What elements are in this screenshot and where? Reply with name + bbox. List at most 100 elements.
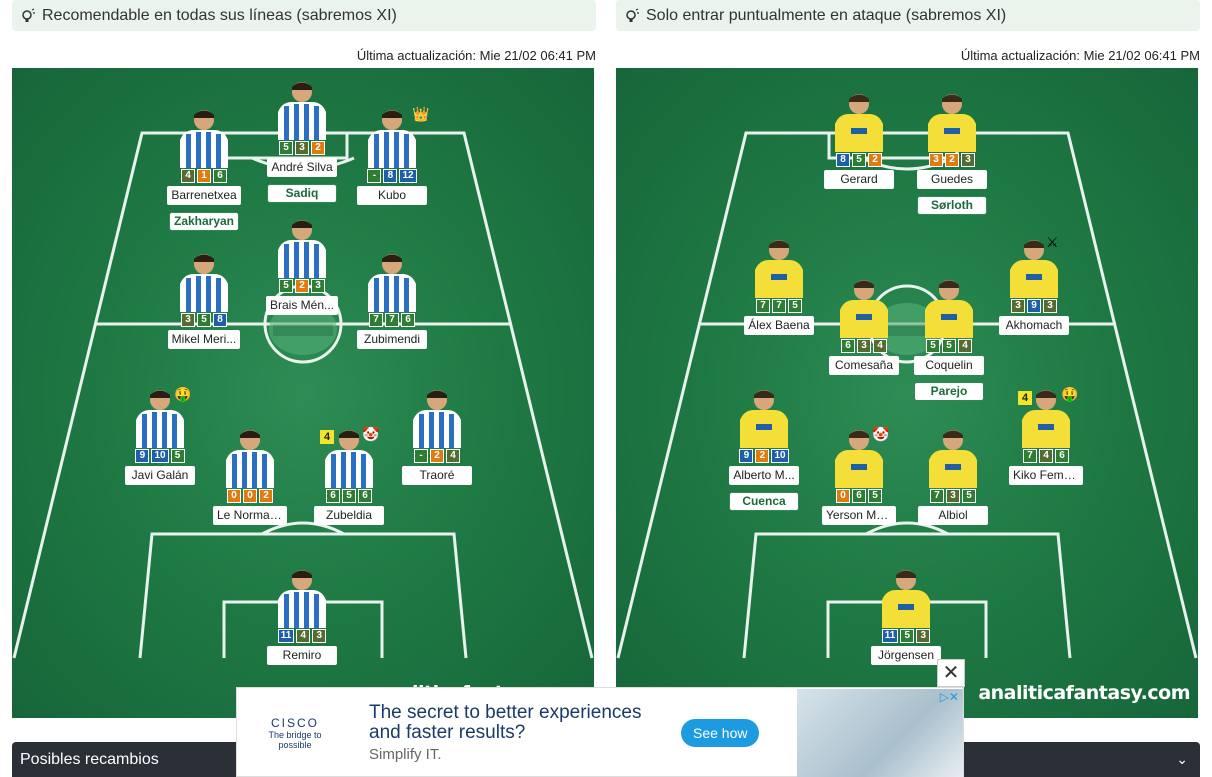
ad-headline: The secret to better experiences and fas… (369, 702, 642, 743)
player-photo (736, 386, 792, 448)
player-photo (176, 250, 232, 312)
player-stats: 002 (205, 489, 295, 503)
lightbulb-icon (22, 7, 35, 22)
player-card[interactable]: 11 4 3 Remiro (257, 566, 347, 670)
alternative-player[interactable]: Parejo (914, 382, 984, 401)
ad-subline: Simplify IT. (369, 746, 442, 763)
stat-badge: 6 (401, 313, 415, 327)
stat-badge: 5 (962, 489, 976, 503)
player-stats: 656 (304, 489, 394, 503)
player-name: Traoré (402, 466, 472, 485)
stat-badge: 8 (383, 169, 398, 183)
player-photo (921, 276, 977, 338)
player-card[interactable]: 5 5 4 Coquelin Parejo (904, 276, 994, 401)
close-ad-button[interactable]: ✕ (937, 659, 965, 687)
player-name: Comesaña (829, 356, 899, 375)
stat-badge: 7 (385, 313, 399, 327)
player-card[interactable]: -2 4 Traoré (392, 386, 482, 490)
recommendation-header: Recomendable en todas sus líneas (sabrem… (12, 0, 596, 31)
stat-badge: 4 (873, 339, 887, 353)
player-name: Guedes (917, 170, 987, 189)
alternative-player[interactable]: Sørloth (917, 196, 987, 215)
player-stats: 554 (904, 339, 994, 353)
stat-badge: 5 (926, 339, 940, 353)
player-card[interactable]: 0 0 2 Le Normand (205, 426, 295, 530)
player-card[interactable]: 11 5 3 Jörgensen (861, 566, 951, 670)
player-name: Kiko Feme... (1009, 466, 1083, 485)
stat-badge: 5 (868, 489, 882, 503)
player-photo (878, 566, 934, 628)
player-photo (409, 386, 465, 448)
player-card[interactable]: 9 2 10 Alberto M... Cuenca (719, 386, 809, 511)
player-card[interactable]: 7 3 5 Albiol (908, 426, 998, 530)
site-watermark: analiticafantasy.com (978, 682, 1190, 704)
player-stats: 634 (819, 339, 909, 353)
stat-badge: 7 (756, 299, 770, 313)
stat-badge: 6 (326, 489, 340, 503)
player-photo (364, 250, 420, 312)
advertisement-banner[interactable]: CISCO The bridge to possible The secret … (236, 687, 964, 777)
stat-badge: 3 (857, 339, 871, 353)
brand-tagline: The bridge to possible (268, 730, 322, 750)
stat-badge: 8 (836, 153, 850, 167)
stat-badge: 6 (852, 489, 866, 503)
adchoices-icon[interactable]: ▷✕ (940, 690, 959, 704)
stat-badge: 3 (916, 629, 931, 643)
player-stats: 416 (159, 169, 249, 183)
player-stats: 323 (907, 153, 997, 167)
player-stats: 735 (908, 489, 998, 503)
player-card[interactable]: 5 2 3 Brais Mén... (257, 216, 347, 320)
money-face-icon: 🤑 (174, 386, 192, 402)
player-card[interactable]: 3 5 8 Mikel Meri... (159, 250, 249, 354)
player-photo (274, 78, 330, 140)
alternative-player[interactable]: Cuenca (729, 492, 799, 511)
player-card[interactable]: 0 6 5 Yerson Mo... (814, 426, 904, 530)
alternative-player[interactable]: Zakharyan (169, 212, 239, 231)
stat-badge: 3 (1011, 299, 1025, 313)
stat-badge: 3 (946, 489, 960, 503)
player-card[interactable]: 9 10 5 Javi Galán (115, 386, 205, 490)
player-name: Barrenetxea (167, 186, 241, 205)
last-updated: Última actualización: Mie 21/02 06:41 PM (356, 48, 596, 63)
player-name: Javi Galán (125, 466, 195, 485)
stat-badge: - (367, 169, 382, 183)
recommendation-text: Recomendable en todas sus líneas (sabrem… (42, 6, 397, 24)
player-card[interactable]: 4 1 6 Barrenetxea Zakharyan (159, 106, 249, 231)
stat-badge: 0 (836, 489, 850, 503)
stat-badge: 6 (841, 339, 855, 353)
lineup-panel-left: Recomendable en todas sus líneas (sabrem… (12, 0, 596, 718)
stat-badge: 5 (279, 141, 293, 155)
ad-photo (797, 689, 963, 777)
player-card[interactable]: 3 9 3 Akhomach (989, 236, 1079, 340)
player-photo (836, 276, 892, 338)
player-stats: 9 10 5 (115, 449, 205, 463)
player-card[interactable]: 7 7 6 Zubimendi (347, 250, 437, 354)
player-photo (924, 90, 980, 152)
player-card[interactable]: 3 2 3 Guedes Sørloth (907, 90, 997, 215)
player-card[interactable]: 5 3 2 André Silva Sadiq (257, 78, 347, 203)
stat-badge: 3 (929, 153, 943, 167)
see-how-button[interactable]: See how (681, 719, 760, 747)
player-card[interactable]: 6 5 6 Zubeldia (304, 426, 394, 530)
stat-badge: 2 (755, 449, 770, 463)
stat-badge: 5 (197, 313, 211, 327)
stat-badge: 5 (852, 153, 866, 167)
money-face-icon: 🤑 (1061, 386, 1079, 402)
stat-badge: 2 (868, 153, 882, 167)
player-name: Jörgensen (871, 646, 941, 665)
player-card[interactable]: 7 7 5 Álex Baena (734, 236, 824, 340)
chevron-down-icon[interactable]: ⌄ (1176, 742, 1188, 777)
stat-badge: 7 (1023, 449, 1037, 463)
player-card[interactable]: 8 5 2 Gerard (814, 90, 904, 194)
player-name: Akhomach (999, 316, 1069, 335)
player-name: Coquelin (914, 356, 984, 375)
alternative-player[interactable]: Sadiq (267, 184, 337, 203)
player-photo (274, 216, 330, 278)
stat-badge: 4 (296, 629, 311, 643)
player-name: Mikel Meri... (167, 330, 241, 349)
player-stats: -24 (392, 449, 482, 463)
player-card[interactable]: 6 3 4 Comesaña (819, 276, 909, 380)
stat-badge: 2 (295, 279, 309, 293)
stat-badge: 1 (197, 169, 211, 183)
stat-badge: 2 (945, 153, 959, 167)
